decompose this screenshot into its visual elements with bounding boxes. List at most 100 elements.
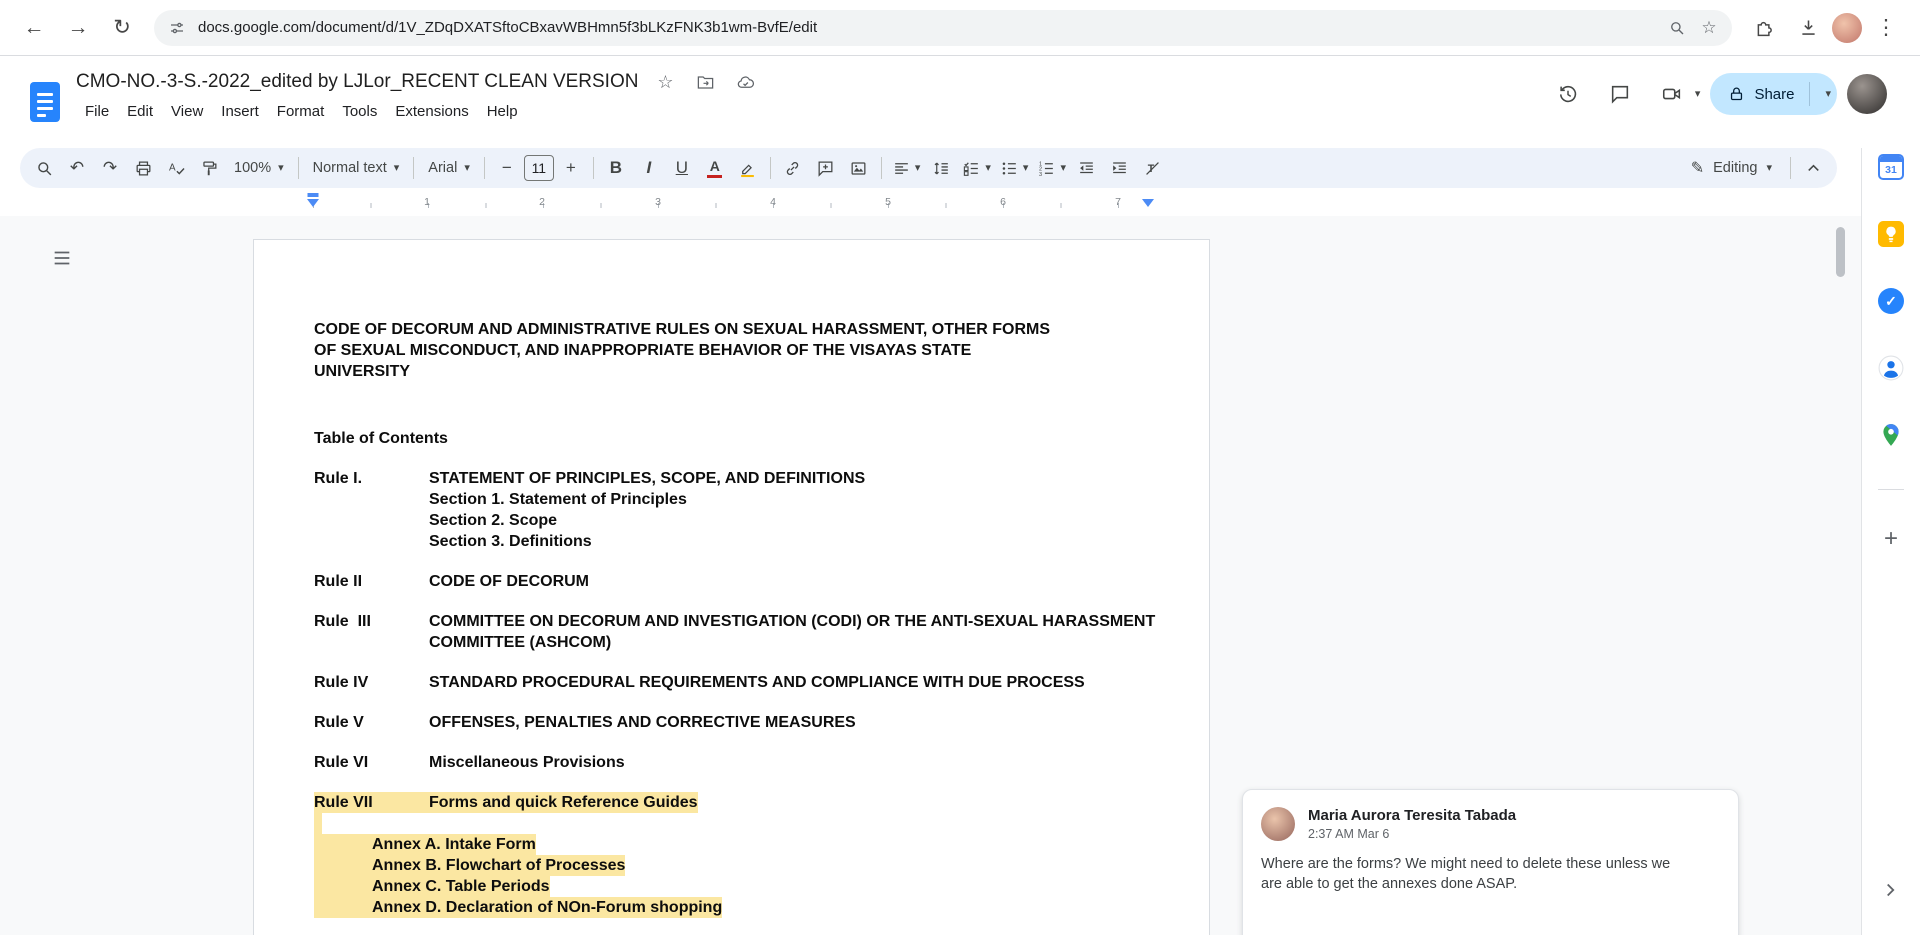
spellcheck-button[interactable]: A (160, 152, 192, 184)
first-line-indent-marker[interactable] (308, 193, 319, 197)
menu-format[interactable]: Format (268, 100, 334, 123)
show-side-panel-icon[interactable] (1874, 874, 1906, 906)
collapse-toolbar-icon[interactable] (1797, 152, 1829, 184)
menu-insert[interactable]: Insert (212, 100, 268, 123)
bulleted-list-button[interactable]: ▾ (996, 153, 1033, 183)
horizontal-ruler[interactable]: 1 2 3 4 5 6 7 (0, 188, 1861, 216)
browser-menu-icon[interactable]: ⋮ (1866, 8, 1906, 48)
menu-help[interactable]: Help (478, 100, 527, 123)
numbered-list-button[interactable]: 123 ▾ (1033, 153, 1070, 183)
meet-presence-control[interactable]: ▾ (1651, 73, 1701, 115)
contacts-icon[interactable] (1878, 355, 1904, 381)
star-icon[interactable]: ☆ (652, 69, 678, 95)
cloud-status-icon[interactable] (732, 69, 758, 95)
left-indent-marker[interactable] (307, 199, 319, 207)
downloads-icon[interactable] (1788, 8, 1828, 48)
rule-label: Rule V (314, 712, 429, 733)
extensions-icon[interactable] (1744, 8, 1784, 48)
paint-format-button[interactable] (193, 152, 225, 184)
ruler-mark: 4 (770, 196, 776, 208)
account-avatar[interactable] (1847, 74, 1887, 114)
menu-edit[interactable]: Edit (118, 100, 162, 123)
video-call-icon[interactable] (1651, 73, 1693, 115)
right-indent-marker[interactable] (1142, 199, 1154, 207)
increase-font-size-button[interactable]: + (555, 152, 587, 184)
insert-link-button[interactable] (777, 152, 809, 184)
reload-icon[interactable]: ↻ (102, 8, 142, 48)
pencil-icon: ✎ (1691, 158, 1704, 178)
doc-title-paragraph: CODE OF DECORUM AND ADMINISTRATIVE RULES… (314, 319, 1161, 382)
toc-rule-7-highlighted: Rule VII Forms and quick Reference Guide… (314, 792, 1161, 813)
document-canvas: CODE OF DECORUM AND ADMINISTRATIVE RULES… (0, 216, 1861, 935)
menu-view[interactable]: View (162, 100, 212, 123)
underline-button[interactable]: U (666, 152, 698, 184)
bookmark-star-icon[interactable]: ☆ (1698, 17, 1720, 39)
insert-image-button[interactable] (843, 152, 875, 184)
document-text: CODE OF DECORUM AND ADMINISTRATIVE RULES… (254, 240, 1209, 918)
document-title[interactable]: CMO-NO.-3-S.-2022_edited by LJLor_RECENT… (76, 71, 638, 93)
toolbar-separator (770, 157, 771, 179)
checklist-button[interactable]: ▾ (958, 153, 995, 183)
comment-timestamp: 2:37 AM Mar 6 (1308, 827, 1516, 841)
share-lock-icon (1728, 86, 1745, 103)
rule-label: Rule I. (314, 468, 429, 552)
side-panel-rail: 31 ✓ + (1861, 148, 1920, 935)
zoom-icon[interactable] (1666, 17, 1688, 39)
version-history-icon[interactable] (1547, 73, 1589, 115)
highlight-color-button[interactable] (732, 152, 764, 184)
menu-tools[interactable]: Tools (333, 100, 386, 123)
document-page[interactable]: CODE OF DECORUM AND ADMINISTRATIVE RULES… (253, 239, 1210, 935)
menu-search-icon[interactable] (28, 152, 60, 184)
bold-button[interactable]: B (600, 152, 632, 184)
align-button[interactable]: ▾ (888, 153, 925, 183)
vertical-scrollbar[interactable] (1836, 227, 1845, 277)
comment-card[interactable]: Maria Aurora Teresita Tabada 2:37 AM Mar… (1242, 789, 1739, 935)
toolbar-separator (593, 157, 594, 179)
print-button[interactable] (127, 152, 159, 184)
tasks-icon[interactable]: ✓ (1878, 288, 1904, 314)
ruler-mark: 7 (1115, 196, 1121, 208)
document-outline-icon[interactable] (48, 244, 76, 272)
text-color-button[interactable]: A (699, 152, 731, 184)
url-text[interactable]: docs.google.com/document/d/1V_ZDqDXATSft… (198, 19, 1656, 36)
calendar-icon[interactable]: 31 (1878, 154, 1904, 180)
browser-profile-avatar[interactable] (1832, 13, 1862, 43)
forward-icon[interactable]: → (58, 8, 98, 48)
undo-button[interactable]: ↶ (61, 152, 93, 184)
site-info-icon[interactable] (166, 17, 188, 39)
share-button[interactable]: Share ▾ (1710, 73, 1837, 115)
move-folder-icon[interactable] (692, 69, 718, 95)
italic-button[interactable]: I (633, 152, 665, 184)
annex-item: Annex A. Intake Form (314, 834, 1161, 855)
mode-selector[interactable]: ✎ Editing ▾ (1679, 152, 1784, 184)
decrease-indent-button[interactable] (1071, 152, 1103, 184)
increase-indent-button[interactable] (1104, 152, 1136, 184)
share-button-label: Share (1754, 86, 1794, 103)
decrease-font-size-button[interactable]: − (491, 152, 523, 184)
share-caret-icon[interactable]: ▾ (1825, 89, 1831, 100)
address-bar[interactable]: docs.google.com/document/d/1V_ZDqDXATSft… (154, 10, 1732, 46)
comment-author-avatar[interactable] (1261, 807, 1295, 841)
docs-logo-icon[interactable] (30, 82, 60, 122)
toolbar-separator (881, 157, 882, 179)
font-selector[interactable]: Arial ▾ (420, 153, 478, 183)
menu-file[interactable]: File (76, 100, 118, 123)
toolbar-separator (413, 157, 414, 179)
add-comment-button[interactable] (810, 152, 842, 184)
svg-text:A: A (168, 162, 175, 173)
highlighted-blank-line (314, 813, 1161, 834)
get-addons-icon[interactable]: + (1884, 525, 1898, 553)
video-call-caret-icon[interactable]: ▾ (1695, 89, 1701, 100)
line-spacing-button[interactable] (925, 152, 957, 184)
keep-icon[interactable] (1878, 221, 1904, 247)
paragraph-style-selector[interactable]: Normal text ▾ (305, 153, 408, 183)
maps-icon[interactable] (1878, 422, 1904, 448)
menu-extensions[interactable]: Extensions (386, 100, 477, 123)
zoom-selector[interactable]: 100% ▾ (226, 153, 292, 183)
open-comments-icon[interactable] (1599, 73, 1641, 115)
font-size-input[interactable]: 11 (524, 155, 554, 181)
back-icon[interactable]: ← (14, 8, 54, 48)
redo-button[interactable]: ↷ (94, 152, 126, 184)
ruler-mark: 3 (655, 196, 661, 208)
clear-formatting-button[interactable]: T (1137, 152, 1169, 184)
